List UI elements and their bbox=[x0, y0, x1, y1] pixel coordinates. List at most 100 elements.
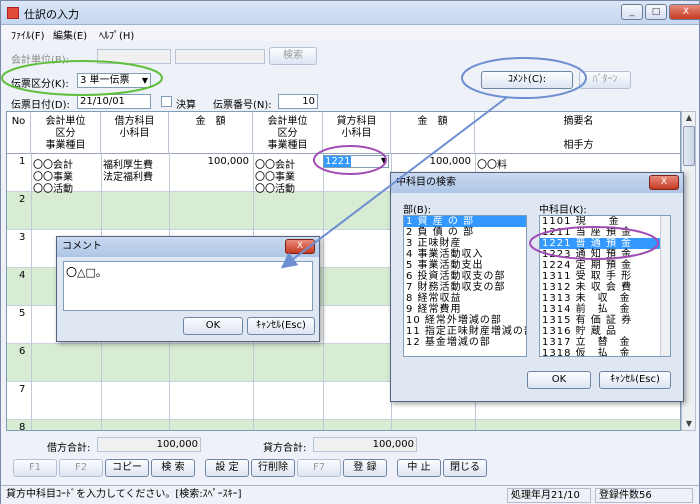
list-item[interactable]: 5 事業活動支出 bbox=[404, 260, 526, 271]
account-list-scrollbar[interactable] bbox=[660, 216, 670, 356]
menu-file[interactable]: ﾌｧｲﾙ(F) bbox=[11, 27, 45, 42]
comment-button[interactable]: ｺﾒﾝﾄ(C): bbox=[481, 71, 573, 89]
summary-cell[interactable]: 〇〇料 bbox=[477, 156, 507, 171]
status-bar: 貸方中科目ｺｰﾄﾞを入力してください。[検索:ｽﾍﾟｰｽｷｰ] 処理年月21/1… bbox=[1, 485, 699, 504]
list-item[interactable]: 1211 当 座 預 金 bbox=[540, 227, 670, 238]
list-item[interactable]: 1315 有 価 証 券 bbox=[540, 315, 670, 326]
account-listbox[interactable]: 1101 現 金 1211 当 座 預 金 1221 普 通 預 金 1223 … bbox=[539, 215, 671, 357]
row-number: 8 bbox=[19, 422, 26, 431]
slip-type-select[interactable]: 3 単一伝票 ▼ bbox=[77, 73, 151, 88]
settings-button[interactable]: 設 定 bbox=[205, 459, 249, 477]
credit-total-value: 100,000 bbox=[313, 437, 417, 452]
menu-edit[interactable]: 編集(E) bbox=[53, 27, 87, 42]
list-item[interactable]: 1311 受 取 手 形 bbox=[540, 271, 670, 282]
credit-amount-cell[interactable]: 100,000 bbox=[393, 156, 471, 167]
credit-account-value: 1221 bbox=[324, 156, 352, 167]
list-item[interactable]: 3 正味財産 bbox=[404, 238, 526, 249]
list-item[interactable]: 9 経常費用 bbox=[404, 304, 526, 315]
comment-textarea[interactable]: 〇△□。 bbox=[63, 261, 313, 311]
debit-total-value: 100,000 bbox=[97, 437, 201, 452]
list-item[interactable]: 1314 前 払 金 bbox=[540, 304, 670, 315]
list-item[interactable]: 6 投資活動収支の部 bbox=[404, 271, 526, 282]
unit-label: 会計単位(B): bbox=[11, 55, 70, 66]
list-item[interactable]: 1223 通 知 預 金 bbox=[540, 249, 670, 260]
comment-ok-button[interactable]: OK bbox=[183, 317, 243, 335]
slip-number-field[interactable]: 10 bbox=[278, 94, 318, 109]
list-item[interactable]: 1221 普 通 預 金 bbox=[540, 238, 670, 249]
account-ok-button[interactable]: OK bbox=[527, 371, 591, 389]
status-message: 貸方中科目ｺｰﾄﾞを入力してください。[検索:ｽﾍﾟｰｽｷｰ] bbox=[6, 489, 242, 500]
slip-date-label: 伝票日付(D): bbox=[11, 100, 70, 111]
list-item[interactable]: 1317 立 替 金 bbox=[540, 337, 670, 348]
comment-dialog-title: コメント bbox=[57, 237, 319, 257]
credit-total-label: 貸方合計: bbox=[263, 443, 307, 454]
menu-bar: ﾌｧｲﾙ(F) 編集(E) ﾍﾙﾌﾟ(H) bbox=[1, 25, 699, 42]
row-number: 2 bbox=[19, 194, 26, 205]
account-cancel-button[interactable]: ｷｬﾝｾﾙ(Esc) bbox=[599, 371, 671, 389]
grid-header: No 会計単位 区分 事業種目 借方科目 小科目 金 額 会計単位 区分 事業種… bbox=[7, 112, 680, 154]
settlement-checkbox[interactable] bbox=[161, 96, 172, 107]
comment-cancel-button[interactable]: ｷｬﾝｾﾙ(Esc) bbox=[247, 317, 315, 335]
minimize-button[interactable]: _ bbox=[621, 4, 643, 20]
header-summary: 摘要名 相手方 bbox=[563, 116, 594, 151]
delete-row-button[interactable]: 行削除 bbox=[251, 459, 295, 477]
account-dialog-title: 中科目の検索 bbox=[391, 173, 683, 193]
list-item[interactable]: 8 経常収益 bbox=[404, 293, 526, 304]
close-icon[interactable]: X bbox=[649, 175, 679, 190]
status-count: 登録件数56 bbox=[595, 488, 693, 503]
section-label: 部(B): bbox=[403, 205, 432, 216]
unit-search-button: 検索 bbox=[269, 47, 317, 65]
cancel-entry-button[interactable]: 中 止 bbox=[397, 459, 441, 477]
list-item[interactable]: 4 事業活動収入 bbox=[404, 249, 526, 260]
maximize-button[interactable]: □ bbox=[645, 4, 667, 20]
close-icon[interactable]: X bbox=[285, 239, 315, 254]
header-debit-unit: 会計単位 区分 事業種目 bbox=[31, 112, 101, 154]
account-label: 中科目(K): bbox=[539, 205, 587, 216]
slip-number-label: 伝票番号(N): bbox=[213, 100, 272, 111]
list-item[interactable]: 1318 仮 払 金 bbox=[540, 348, 670, 356]
copy-button[interactable]: コピー bbox=[105, 459, 149, 477]
scroll-down-icon[interactable]: ▼ bbox=[683, 418, 695, 430]
debit-subaccount-cell[interactable]: 法定福利費 bbox=[103, 168, 153, 183]
list-item[interactable]: 12 基金増減の部 bbox=[404, 337, 526, 348]
close-button[interactable]: X bbox=[669, 4, 700, 20]
table-row[interactable] bbox=[7, 420, 680, 430]
list-item[interactable]: 10 経常外増減の部 bbox=[404, 315, 526, 326]
status-period: 処理年月21/10 bbox=[507, 488, 591, 503]
chevron-down-icon[interactable]: ▼ bbox=[381, 156, 387, 165]
row-number: 5 bbox=[19, 308, 26, 319]
credit-business-cell[interactable]: 〇〇活動 bbox=[255, 180, 295, 195]
chevron-down-icon[interactable]: ▼ bbox=[142, 74, 148, 87]
list-item[interactable]: 2 負 債 の 部 bbox=[404, 227, 526, 238]
list-item[interactable]: 7 財務活動収支の部 bbox=[404, 282, 526, 293]
grid-line bbox=[31, 154, 32, 430]
list-item[interactable]: 1 資 産 の 部 bbox=[404, 216, 526, 227]
menu-help[interactable]: ﾍﾙﾌﾟ(H) bbox=[99, 27, 134, 42]
slip-type-value: 3 単一伝票 bbox=[80, 75, 130, 86]
register-button[interactable]: 登 録 bbox=[343, 459, 387, 477]
list-item[interactable]: 1316 貯 蔵 品 bbox=[540, 326, 670, 337]
list-item[interactable]: 1101 現 金 bbox=[540, 216, 670, 227]
scroll-up-icon[interactable]: ▲ bbox=[683, 112, 695, 124]
header-credit-account: 貸方科目 小科目 bbox=[323, 112, 391, 154]
credit-account-combo[interactable]: 1221 ▼ bbox=[323, 155, 389, 168]
unit-name-field bbox=[175, 49, 265, 64]
scroll-thumb[interactable] bbox=[683, 126, 695, 166]
close-form-button[interactable]: 閉じる bbox=[443, 459, 487, 477]
account-search-dialog: 中科目の検索 X 部(B): 1 資 産 の 部 2 負 債 の 部 3 正味財… bbox=[390, 172, 684, 402]
debit-business-cell[interactable]: 〇〇活動 bbox=[33, 180, 73, 195]
list-item[interactable]: 1313 未 収 金 bbox=[540, 293, 670, 304]
list-item[interactable]: 11 指定正味財産増減の部 bbox=[404, 326, 526, 337]
slip-date-field[interactable]: 21/10/01 bbox=[77, 94, 151, 109]
app-icon bbox=[7, 7, 19, 19]
row-number: 7 bbox=[19, 384, 26, 395]
debit-amount-cell[interactable]: 100,000 bbox=[171, 156, 249, 167]
list-item[interactable]: 1224 定 期 預 金 bbox=[540, 260, 670, 271]
debit-total-label: 借方合計: bbox=[47, 443, 91, 454]
comment-dialog: コメント X 〇△□。 OK ｷｬﾝｾﾙ(Esc) bbox=[56, 236, 320, 342]
search-button[interactable]: 検 索 bbox=[151, 459, 195, 477]
window-title: 仕訳の入力 bbox=[24, 8, 79, 21]
section-listbox[interactable]: 1 資 産 の 部 2 負 債 の 部 3 正味財産 4 事業活動収入 5 事業… bbox=[403, 215, 527, 357]
list-item[interactable]: 1312 未 収 会 費 bbox=[540, 282, 670, 293]
f2-button: F2 bbox=[59, 459, 103, 477]
